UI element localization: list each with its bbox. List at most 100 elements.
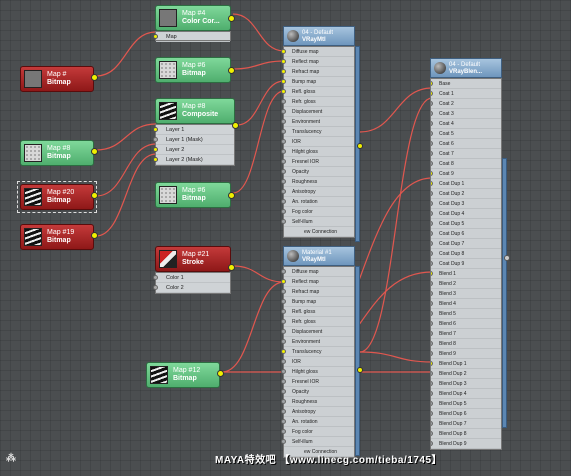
input-socket-icon[interactable] <box>281 79 286 84</box>
param-slot[interactable]: Coat Dup 1 <box>431 179 501 189</box>
input-socket-icon[interactable] <box>281 179 286 184</box>
param-slot[interactable]: Coat Dup 6 <box>431 229 501 239</box>
param-slot[interactable]: Blend Dup 2 <box>431 369 501 379</box>
input-socket-icon[interactable] <box>281 49 286 54</box>
param-slot[interactable]: Diffuse map <box>281 47 354 57</box>
param-slot[interactable]: Blend 2 <box>431 279 501 289</box>
input-socket-icon[interactable] <box>431 211 433 216</box>
input-socket-icon[interactable] <box>281 119 286 124</box>
connection-wire[interactable] <box>95 153 157 237</box>
input-socket-icon[interactable] <box>281 299 286 304</box>
input-socket-icon[interactable] <box>153 147 158 152</box>
param-slot[interactable]: Refract map <box>281 67 354 77</box>
param-slot[interactable]: IOR <box>281 357 354 367</box>
node-map6-bitmap-2[interactable]: Map #6 Bitmap <box>155 182 235 208</box>
param-slot[interactable]: Coat 2 <box>431 99 501 109</box>
input-socket-icon[interactable] <box>431 141 433 146</box>
param-slot[interactable]: Blend Dup 4 <box>431 389 501 399</box>
input-socket-icon[interactable] <box>281 69 286 74</box>
node-header[interactable]: Map #20 Bitmap <box>20 184 94 210</box>
node-header[interactable]: Map #8 Bitmap <box>20 140 94 166</box>
param-slot[interactable]: An. rotation <box>281 417 354 427</box>
param-slot[interactable]: Opacity <box>281 167 354 177</box>
param-slot[interactable]: Coat Dup 2 <box>431 189 501 199</box>
output-socket-icon[interactable] <box>357 143 363 149</box>
param-slot[interactable]: Roughness <box>281 397 354 407</box>
input-socket-icon[interactable] <box>281 289 286 294</box>
input-socket-icon[interactable] <box>281 169 286 174</box>
input-socket-icon[interactable] <box>153 34 158 39</box>
param-slot[interactable]: Fresnel IOR <box>281 157 354 167</box>
node-header[interactable]: Map #19 Bitmap <box>20 224 94 250</box>
param-slot[interactable]: Blend Dup 5 <box>431 399 501 409</box>
param-slot[interactable]: Blend Dup 7 <box>431 419 501 429</box>
node-map4-color-correction[interactable]: Map #4 Color Cor... Map <box>153 5 235 42</box>
input-socket-icon[interactable] <box>281 349 286 354</box>
param-slot[interactable]: Coat 7 <box>431 149 501 159</box>
param-slot[interactable]: Coat 1 <box>431 89 501 99</box>
param-slot[interactable]: Refr. gloss <box>281 317 354 327</box>
param-slot[interactable]: Fog color <box>281 207 354 217</box>
param-slot[interactable]: Hilght gloss <box>281 147 354 157</box>
connection-wire[interactable] <box>232 265 285 283</box>
node-header[interactable]: Map #6 Bitmap <box>155 57 231 83</box>
input-socket-icon[interactable] <box>431 151 433 156</box>
input-socket-icon[interactable] <box>281 269 286 274</box>
param-slot[interactable]: Blend Dup 3 <box>431 379 501 389</box>
input-socket-icon[interactable] <box>431 271 433 276</box>
node-vraymtl-04-default[interactable]: 04 - Default VRayMtl Diffuse map Reflect … <box>281 26 363 242</box>
param-slot[interactable]: Coat Dup 8 <box>431 249 501 259</box>
output-bar[interactable] <box>355 266 363 456</box>
input-socket-icon[interactable] <box>281 319 286 324</box>
param-slot[interactable]: Bump map <box>281 77 354 87</box>
input-socket-icon[interactable] <box>153 127 158 132</box>
param-slot[interactable]: Blend 6 <box>431 319 501 329</box>
input-socket-icon[interactable] <box>431 341 433 346</box>
input-socket-icon[interactable] <box>431 361 433 366</box>
input-socket-icon[interactable] <box>431 331 433 336</box>
input-socket-icon[interactable] <box>281 409 286 414</box>
input-socket-icon[interactable] <box>153 137 158 142</box>
output-socket-icon[interactable] <box>228 192 235 199</box>
param-slot[interactable]: Translucency <box>281 127 354 137</box>
param-slot[interactable]: An. rotation <box>281 197 354 207</box>
input-socket-icon[interactable] <box>281 129 286 134</box>
input-slot-map[interactable]: Map <box>153 32 230 42</box>
node-editor-canvas[interactable]: Map #4 Color Cor... Map Map #6 Bitmap Ma… <box>0 0 571 476</box>
input-socket-icon[interactable] <box>431 301 433 306</box>
param-slot[interactable]: Environment <box>281 337 354 347</box>
input-socket-icon[interactable] <box>431 321 433 326</box>
input-socket-icon[interactable] <box>431 281 433 286</box>
new-connection-slot[interactable]: ew Connection <box>284 227 354 237</box>
input-socket-icon[interactable] <box>431 111 433 116</box>
node-map19-bitmap[interactable]: Map #19 Bitmap <box>20 224 98 250</box>
input-socket-icon[interactable] <box>281 419 286 424</box>
param-slot[interactable]: Blend Dup 1 <box>431 359 501 369</box>
node-vrayblend-04-default[interactable]: 04 - Default VRayBlen... Base Coat 1 Coat … <box>430 58 510 450</box>
input-socket-icon[interactable] <box>431 131 433 136</box>
param-slot[interactable]: IOR <box>281 137 354 147</box>
input-socket-icon[interactable] <box>281 329 286 334</box>
param-slot[interactable]: Hilght gloss <box>281 367 354 377</box>
connection-wire[interactable] <box>236 80 285 126</box>
input-socket-icon[interactable] <box>281 379 286 384</box>
input-socket-icon[interactable] <box>281 369 286 374</box>
input-socket-icon[interactable] <box>431 421 433 426</box>
output-socket-icon[interactable] <box>228 15 235 22</box>
param-slot[interactable]: Refr. gloss <box>281 97 354 107</box>
input-socket-icon[interactable] <box>281 399 286 404</box>
input-socket-icon[interactable] <box>281 339 286 344</box>
input-socket-icon[interactable] <box>281 209 286 214</box>
param-slot[interactable]: Opacity <box>281 387 354 397</box>
input-socket-icon[interactable] <box>431 441 433 446</box>
node-header[interactable]: Map #6 Bitmap <box>155 182 231 208</box>
node-vraymtl-material1[interactable]: Material #1 VRayMtl Diffuse map Reflect m… <box>281 246 363 458</box>
param-slot[interactable]: Diffuse map <box>281 267 354 277</box>
input-socket-icon[interactable] <box>281 429 286 434</box>
connection-wire[interactable] <box>221 281 285 373</box>
param-slot[interactable]: Anisotropy <box>281 187 354 197</box>
param-slot[interactable]: Blend 9 <box>431 349 501 359</box>
input-socket-icon[interactable] <box>153 285 158 290</box>
node-map20-bitmap[interactable]: Map #20 Bitmap <box>17 181 98 213</box>
input-socket-icon[interactable] <box>281 139 286 144</box>
